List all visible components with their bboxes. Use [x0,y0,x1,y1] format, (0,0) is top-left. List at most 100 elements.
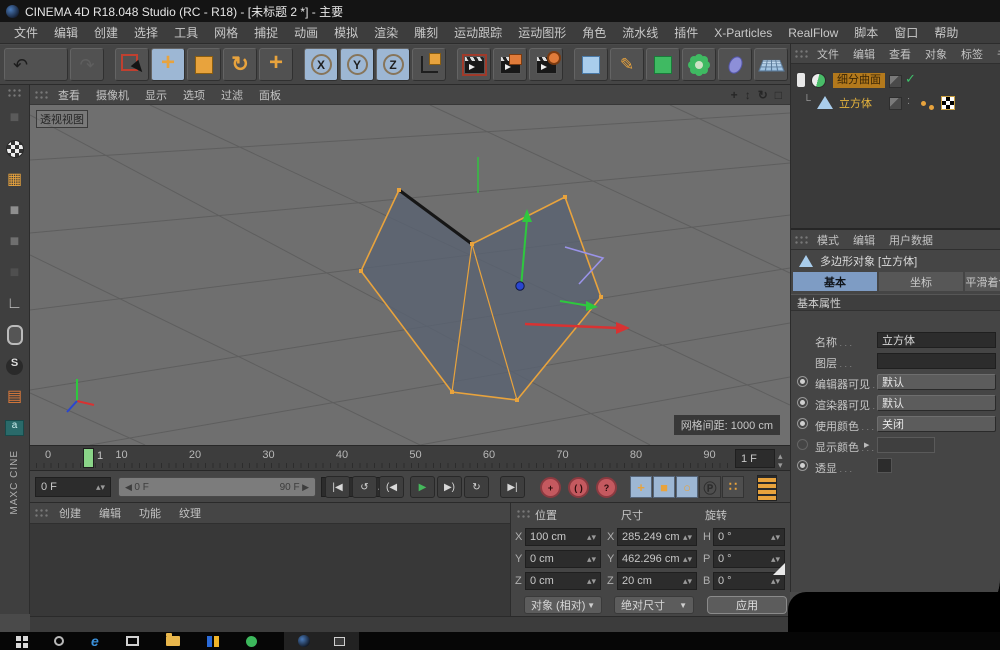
toolbar-button[interactable] [565,48,572,81]
snap-icon[interactable]: S [3,355,27,377]
menu-item[interactable]: 文件 [6,24,46,41]
size-field[interactable]: 285.249 cm▴▾ [617,528,697,546]
menu-item[interactable]: 脚本 [846,24,886,41]
record-keyframe-button[interactable]: + [540,477,561,498]
play-backwards-button[interactable]: ↺ [352,476,377,498]
y-axis-lock-button[interactable]: Y [340,48,374,81]
size-field[interactable]: 462.296 cm▴▾ [617,550,697,568]
menu-item[interactable]: 帮助 [926,24,966,41]
viewport-rotate-icon[interactable]: ↻ [758,89,768,101]
apply-button[interactable]: 应用 [707,596,787,614]
add-primitive-icon[interactable] [574,48,608,81]
attribute-field[interactable] [877,353,996,369]
object-manager-menu-item[interactable]: 编辑 [846,46,882,62]
material-menu-item[interactable]: 创建 [50,505,90,521]
frame-range-slider[interactable]: ◀ 0 F 90 F ▶ [118,477,316,497]
x-axis-lock-button[interactable]: X [304,48,338,81]
go-to-end-button[interactable]: ▶| [500,476,525,498]
material-menu-item[interactable]: 编辑 [90,505,130,521]
coordinate-mode-dropdown[interactable]: 对象 (相对)▼ [524,596,602,614]
menu-item[interactable]: 窗口 [886,24,926,41]
menu-item[interactable]: 网格 [206,24,246,41]
attribute-field[interactable]: 关闭 [877,416,996,432]
convert-editable-icon[interactable]: ■ [3,107,27,129]
attribute-field[interactable]: 默认 [877,395,996,411]
menu-item[interactable]: 模拟 [326,24,366,41]
size-mode-dropdown[interactable]: 绝对尺寸▼ [614,596,694,614]
object-manager-menu-item[interactable]: 标签 [954,46,990,62]
radio-icon[interactable] [797,439,808,450]
slider-right-arrow[interactable]: ▶ [300,482,309,492]
polygons-mode-icon[interactable]: ■ [3,262,27,284]
key-position-toggle[interactable]: + [630,476,652,498]
attribute-menu-item[interactable]: 编辑 [846,232,882,248]
object-manager-menu-item[interactable]: 书签 [990,46,1000,62]
size-field[interactable]: 20 cm▴▾ [617,572,697,590]
add-deformer-icon[interactable] [682,48,716,81]
viewport-menu-item[interactable]: 面板 [251,87,289,103]
add-generator-icon[interactable] [646,48,680,81]
move-tool-icon[interactable]: + [151,48,185,81]
redo-icon[interactable]: ↷ [70,48,104,81]
object-manager-list[interactable]: 细分曲面 ✓ └ 立方体 : [791,64,1000,230]
loop-button[interactable]: ↻ [464,476,489,498]
attribute-field[interactable]: 默认 [877,374,996,390]
viewport-toggle-icon[interactable]: □ [775,89,782,101]
polygon-object-icon[interactable] [817,96,833,109]
render-region-icon[interactable] [493,48,527,81]
live-selection-icon[interactable] [115,48,149,81]
rotation-field[interactable]: 0 °▴▾ [713,528,785,546]
menu-item[interactable]: 编辑 [46,24,86,41]
window-app-icon[interactable] [334,632,345,650]
position-field[interactable]: 0 cm▴▾ [525,550,601,568]
folder-icon[interactable] [166,632,180,650]
viewport-canvas[interactable]: 透视视图 网格间距: 1000 cm [30,105,790,445]
selection-tag-icon[interactable] [921,101,926,106]
undo-icon[interactable]: ↶ [4,48,68,81]
layers-tool-icon[interactable]: a [3,417,27,439]
menu-item[interactable]: 选择 [126,24,166,41]
attribute-tab[interactable]: 坐标 [879,272,963,291]
paint-tool-icon[interactable]: ▤ [3,386,27,408]
position-field[interactable]: 0 cm▴▾ [525,572,601,590]
material-menu-item[interactable]: 功能 [130,505,170,521]
object-manager-menu-item[interactable]: 对象 [918,46,954,62]
menu-item[interactable]: 雕刻 [406,24,446,41]
uvw-tag-icon[interactable] [941,96,955,110]
attribute-manager-grip[interactable] [794,235,810,245]
object-manager-menu-item[interactable]: 文件 [810,46,846,62]
menu-item[interactable]: 创建 [86,24,126,41]
next-key-button[interactable]: ▶) [437,476,462,498]
autokey-button[interactable]: ( ) [568,477,589,498]
edges-mode-icon[interactable]: ■ [3,231,27,253]
radio-icon[interactable] [797,418,808,429]
viewport-zoom-icon[interactable]: ↕ [745,89,751,101]
axis-mode-icon[interactable]: ∟ [3,293,27,315]
rotate-tool-icon[interactable]: ↻ [223,48,257,81]
render-view-icon[interactable] [457,48,491,81]
key-scale-toggle[interactable]: ■ [653,476,675,498]
mouse-icon[interactable] [3,324,27,346]
monitor-icon[interactable] [126,632,139,650]
viewport-menu-item[interactable]: 显示 [137,87,175,103]
toolbar-button[interactable] [448,48,455,81]
subdivision-surface-icon[interactable] [811,73,826,88]
points-mode-icon[interactable]: ■ [3,200,27,222]
menu-item[interactable]: 工具 [166,24,206,41]
current-frame-field[interactable]: 1 F [735,449,775,468]
go-to-start-button[interactable]: |◀ [325,476,350,498]
viewport-menu-item[interactable]: 查看 [50,87,88,103]
office-icon[interactable] [207,632,219,650]
coordinates-grip[interactable] [516,509,532,519]
z-axis-lock-button[interactable]: Z [376,48,410,81]
coordinate-system-icon[interactable] [412,48,446,81]
start-frame-field[interactable]: 0 F▴▾ [35,477,111,497]
dock-grip[interactable] [7,88,23,98]
key-rotation-toggle[interactable]: ○ [676,476,698,498]
edge-icon[interactable]: e [91,632,99,650]
viewport-grip[interactable] [34,90,50,100]
viewport-pan-icon[interactable]: + [731,89,738,101]
menu-item[interactable]: 动画 [286,24,326,41]
texture-mode-icon[interactable]: ▦ [3,169,27,191]
object-row-cube[interactable]: └ 立方体 : [791,92,1000,114]
